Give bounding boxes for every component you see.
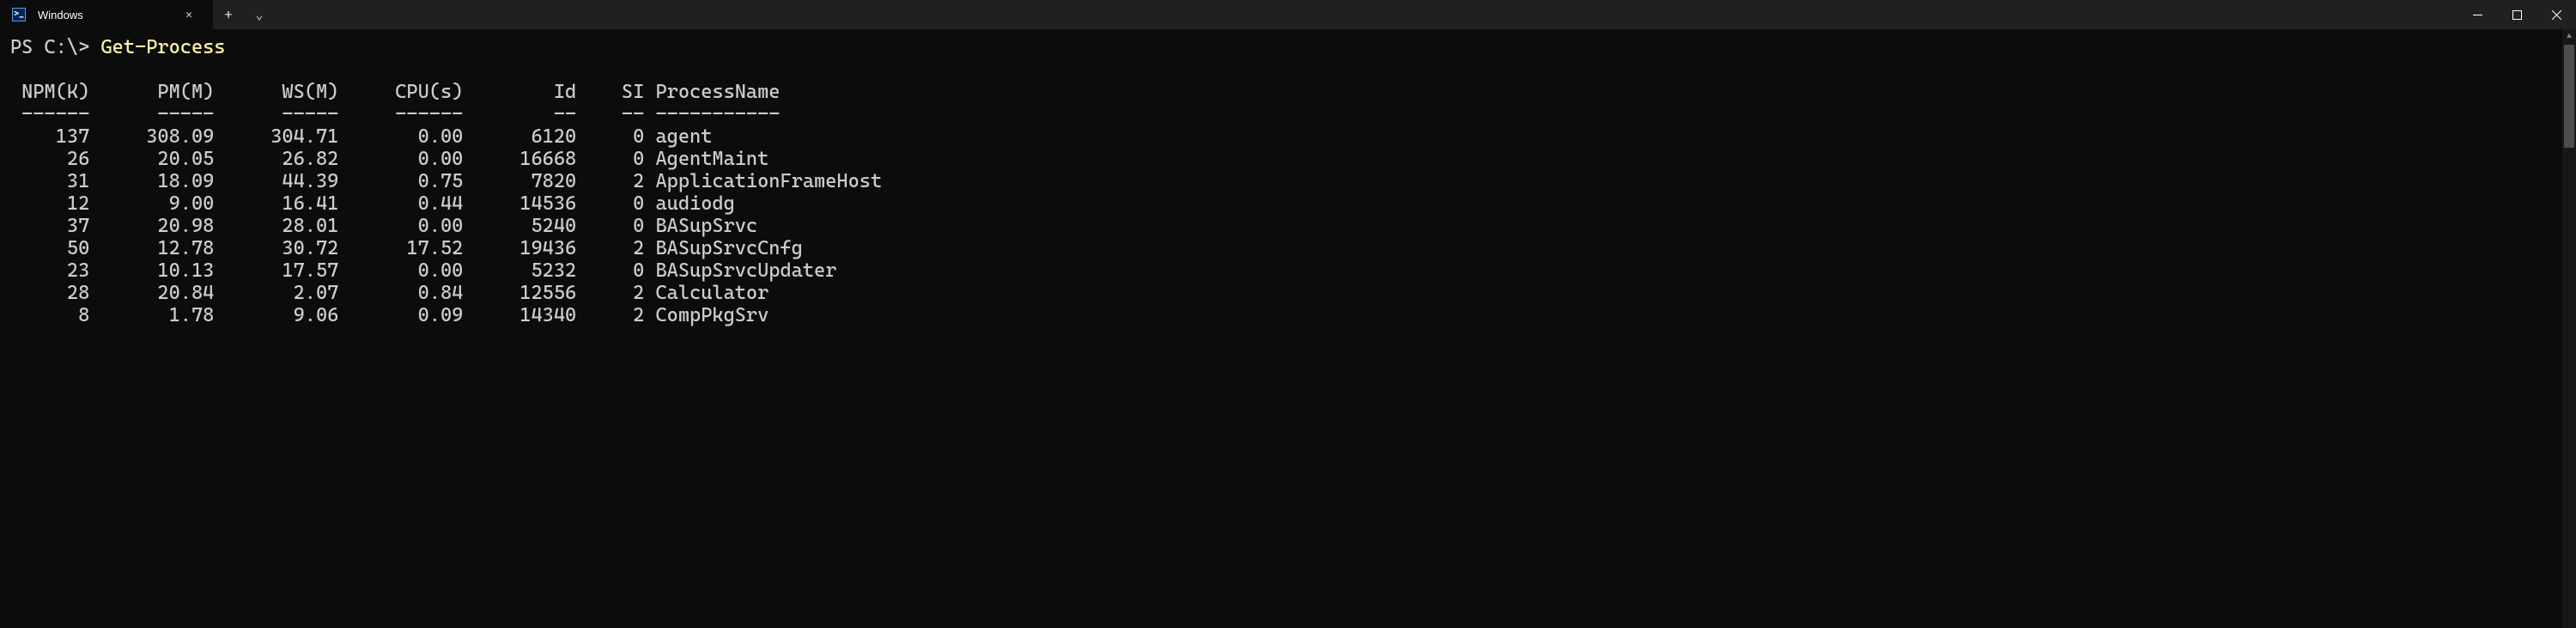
terminal-output[interactable]: PS C:\> Get-Process NPM(K) PM(M) WS(M) C… — [0, 29, 2576, 326]
tab-dropdown-button[interactable]: ⌄ — [244, 0, 275, 29]
table-row: 8 1.78 9.06 0.09 14340 2 CompPkgSrv — [10, 304, 2566, 326]
table-row: 137 308.09 304.71 0.00 6120 0 agent — [10, 125, 2566, 148]
table-row: 23 10.13 17.57 0.00 5232 0 BASupSrvcUpda… — [10, 259, 2566, 282]
window-controls — [2458, 0, 2576, 29]
table-row: 28 20.84 2.07 0.84 12556 2 Calculator — [10, 282, 2566, 304]
table-row: 26 20.05 26.82 0.00 16668 0 AgentMaint — [10, 148, 2566, 170]
minimize-icon — [2473, 10, 2482, 20]
table-header-row: NPM(K) PM(M) WS(M) CPU(s) Id SI ProcessN… — [10, 81, 2566, 103]
prompt-prefix: PS C:\> — [10, 36, 100, 58]
table-row: 37 20.98 28.01 0.00 5240 0 BASupSrvc — [10, 215, 2566, 237]
close-window-button[interactable] — [2537, 0, 2576, 29]
titlebar: >_ Windows ✕ + ⌄ — [0, 0, 2576, 29]
terminal-viewport: PS C:\> Get-Process NPM(K) PM(M) WS(M) C… — [0, 29, 2576, 628]
tab-close-button[interactable]: ✕ — [180, 6, 197, 23]
vertical-scrollbar[interactable]: ▲ — [2562, 29, 2576, 628]
tabstrip-buttons: + ⌄ — [213, 0, 275, 29]
tab-title: Windows — [38, 9, 168, 21]
table-row: 12 9.00 16.41 0.44 14536 0 audiodg — [10, 192, 2566, 215]
table-row: 31 18.09 44.39 0.75 7820 2 ApplicationFr… — [10, 170, 2566, 192]
scroll-thumb[interactable] — [2564, 45, 2574, 148]
close-icon — [2552, 10, 2561, 20]
prompt-line: PS C:\> Get-Process — [10, 36, 2566, 58]
maximize-button[interactable] — [2497, 0, 2537, 29]
blank-line — [10, 58, 2566, 81]
maximize-icon — [2512, 10, 2522, 20]
table-row: 50 12.78 30.72 17.52 19436 2 BASupSrvcCn… — [10, 237, 2566, 259]
tab-active[interactable]: >_ Windows ✕ — [0, 0, 213, 29]
table-separator-row: ------ ----- ----- ------ -- -- --------… — [10, 103, 2566, 125]
powershell-icon: >_ — [12, 8, 26, 21]
titlebar-drag-region[interactable] — [275, 0, 2458, 29]
scroll-up-arrow-icon[interactable]: ▲ — [2562, 29, 2576, 43]
minimize-button[interactable] — [2458, 0, 2497, 29]
prompt-command: Get-Process — [100, 36, 225, 58]
new-tab-button[interactable]: + — [213, 0, 244, 29]
